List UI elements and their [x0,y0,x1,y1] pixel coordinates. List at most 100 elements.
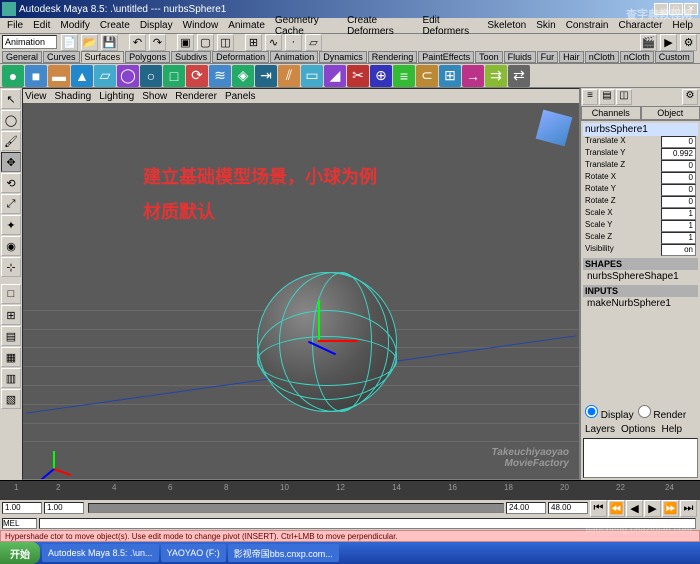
vp-menu-shading[interactable]: Shading [55,91,92,102]
detach-icon[interactable]: ✂ [347,65,369,87]
boundary-icon[interactable]: ▭ [301,65,323,87]
range-end-field[interactable]: 24.00 [506,502,546,514]
undo-icon[interactable]: ↶ [129,34,146,51]
vp-menu-panels[interactable]: Panels [225,91,256,102]
move-x-handle[interactable] [318,340,358,342]
shelf-tab-fluids[interactable]: Fluids [504,51,536,63]
rotate-tool-icon[interactable]: ⟲ [1,173,21,193]
shelf-tab-general[interactable]: General [2,51,42,63]
channel-sx-value[interactable]: 1 [661,208,696,220]
shelf-tab-subdivs[interactable]: Subdivs [171,51,211,63]
play-back-icon[interactable]: ◀ [626,500,643,517]
shelf-tab-hair[interactable]: Hair [559,51,584,63]
play-start-icon[interactable]: ⏮ [590,500,607,517]
task-item[interactable]: Autodesk Maya 8.5: .\un... [42,544,159,562]
vp-menu-show[interactable]: Show [142,91,167,102]
soft-mod-icon[interactable]: ◉ [1,236,21,256]
open-scene-icon[interactable]: 📂 [81,34,98,51]
plane-icon[interactable]: ▱ [94,65,116,87]
shelf-tab-painteffects[interactable]: PaintEffects [418,51,474,63]
shelf-tab-surfaces[interactable]: Surfaces [81,51,125,63]
select-comp-icon[interactable]: ◫ [217,34,234,51]
menu-window[interactable]: Window [178,20,224,31]
play-end-icon[interactable]: ⏭ [680,500,697,517]
channel-vis-value[interactable]: on [661,244,696,256]
menu-display[interactable]: Display [135,20,178,31]
shelf-tab-dynamics[interactable]: Dynamics [319,51,367,63]
cylinder-icon[interactable]: ▬ [48,65,70,87]
menu-animate[interactable]: Animate [223,20,270,31]
channel-ty-value[interactable]: 0.992 [661,148,696,160]
ipr-icon[interactable]: ▶ [660,34,677,51]
step-fwd-icon[interactable]: ⏩ [662,500,679,517]
shelf-tab-toon[interactable]: Toon [475,51,503,63]
channel-sz-value[interactable]: 1 [661,232,696,244]
offset-icon[interactable]: ⇉ [485,65,507,87]
move-tool-icon[interactable]: ✥ [1,152,21,172]
input-node[interactable]: makeNurbSphere1 [583,297,698,310]
layer-icon[interactable]: ▤ [599,89,615,105]
shelf-tab-rendering[interactable]: Rendering [368,51,418,63]
shelf-tab-polygons[interactable]: Polygons [125,51,170,63]
select-tool-icon[interactable]: ↖ [1,89,21,109]
range-start-field[interactable]: 1.00 [44,502,84,514]
channel-icon[interactable]: ≡ [582,89,598,105]
display-radio[interactable]: Display [585,405,634,421]
anim-end-field[interactable]: 48.00 [548,502,588,514]
tool-settings-icon[interactable]: ⚙ [682,89,698,105]
reverse-icon[interactable]: ⇄ [508,65,530,87]
scale-tool-icon[interactable]: ⤢ [1,194,21,214]
shelf-tab-curves[interactable]: Curves [43,51,80,63]
render-radio[interactable]: Render [638,405,687,421]
channel-rz-value[interactable]: 0 [661,196,696,208]
shelf-tab-fur[interactable]: Fur [537,51,559,63]
loft-icon[interactable]: ≋ [209,65,231,87]
move-y-handle[interactable] [318,300,320,340]
cone-icon[interactable]: ▲ [71,65,93,87]
square-icon[interactable]: □ [163,65,185,87]
channel-sy-value[interactable]: 1 [661,220,696,232]
channel-rx-value[interactable]: 0 [661,172,696,184]
snap-plane-icon[interactable]: ▱ [305,34,322,51]
menu-modify[interactable]: Modify [55,20,94,31]
layers-help[interactable]: Help [661,424,682,435]
menu-editdef[interactable]: Edit Deformers [417,15,482,37]
range-track[interactable] [88,503,504,513]
redo-icon[interactable]: ↷ [149,34,166,51]
birail-icon[interactable]: ⫽ [278,65,300,87]
task-item[interactable]: 影视帝国bbs.cnxp.com... [228,544,339,562]
torus-icon[interactable]: ◯ [117,65,139,87]
menu-skin[interactable]: Skin [531,20,560,31]
persp-outliner-icon[interactable]: ▤ [1,326,21,346]
menu-skeleton[interactable]: Skeleton [482,20,531,31]
paint-select-icon[interactable]: 🖌 [1,131,21,151]
select-hier-icon[interactable]: ▣ [177,34,194,51]
render-icon[interactable]: 🎬 [640,34,657,51]
cube-icon[interactable]: ■ [25,65,47,87]
insert-iso-icon[interactable]: ⊞ [439,65,461,87]
bevel-icon[interactable]: ◢ [324,65,346,87]
layers-menu[interactable]: Layers [585,424,615,435]
shelf-tab-deformation[interactable]: Deformation [212,51,269,63]
align-icon[interactable]: ≡ [393,65,415,87]
revolve-icon[interactable]: ⟳ [186,65,208,87]
channel-tx-value[interactable]: 0 [661,136,696,148]
channel-tz-value[interactable]: 0 [661,160,696,172]
snap-point-icon[interactable]: · [285,34,302,51]
snap-curve-icon[interactable]: ∿ [265,34,282,51]
object-tab[interactable]: Object [641,106,700,120]
menu-file[interactable]: File [2,20,28,31]
sphere-icon[interactable]: ● [2,65,24,87]
menu-create[interactable]: Create [95,20,135,31]
single-view-icon[interactable]: □ [1,284,21,304]
selected-node[interactable]: nurbsSphere1 [583,123,698,136]
shelf-tab-ncloth2[interactable]: nCloth [620,51,654,63]
lasso-tool-icon[interactable]: ◯ [1,110,21,130]
menu-createdef[interactable]: Create Deformers [342,15,417,37]
channel-ry-value[interactable]: 0 [661,184,696,196]
module-selector[interactable]: Animation [2,35,57,49]
script-layout-icon[interactable]: ▧ [1,389,21,409]
select-obj-icon[interactable]: ▢ [197,34,214,51]
vp-menu-view[interactable]: View [25,91,47,102]
channels-tab[interactable]: Channels [581,106,641,120]
